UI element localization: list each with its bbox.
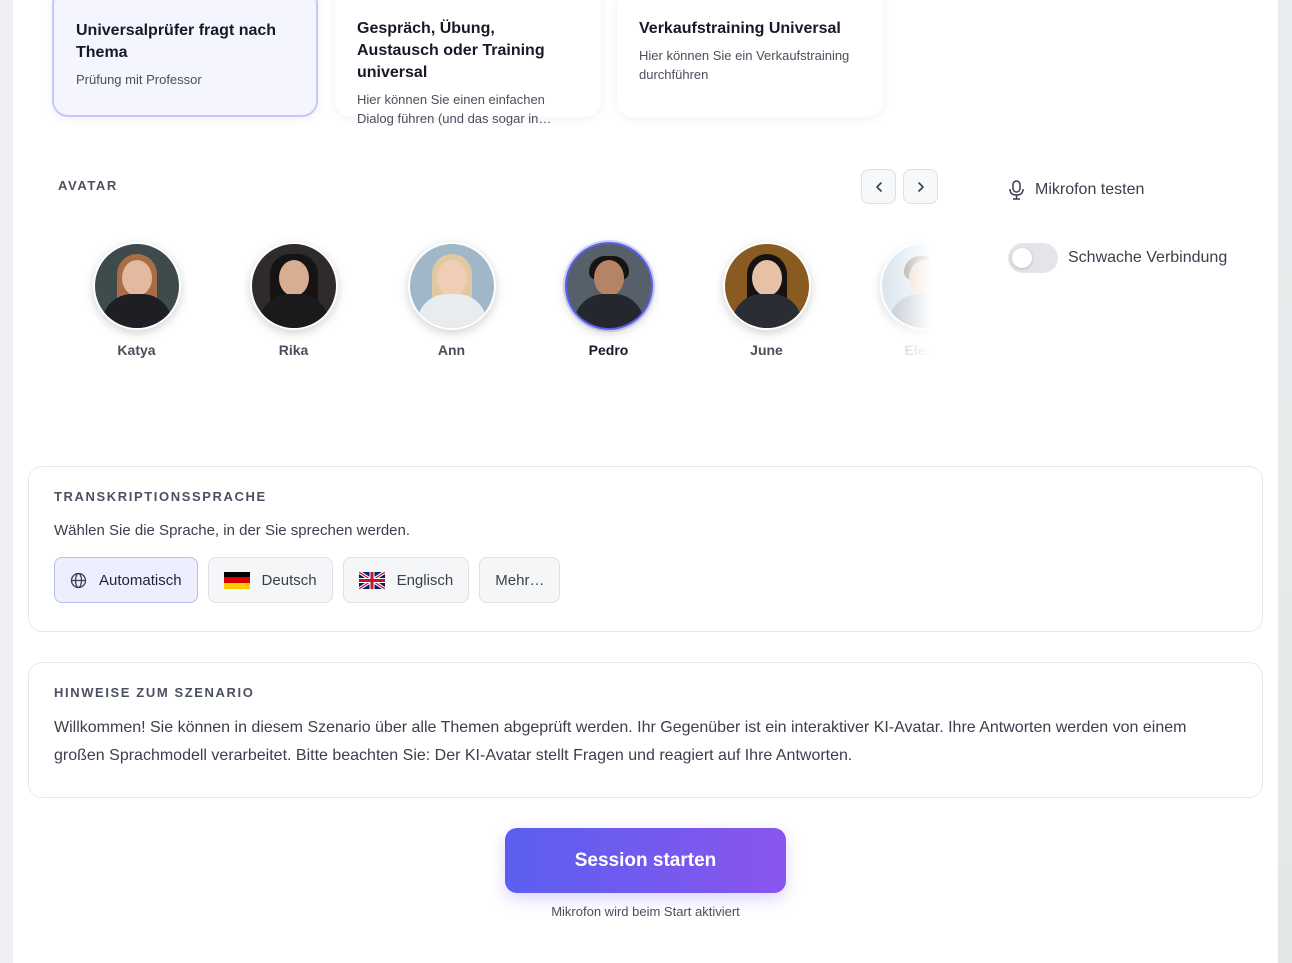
scenario-description: Prüfung mit Professor bbox=[76, 72, 202, 87]
avatar-name: June bbox=[750, 342, 783, 358]
chevron-left-icon bbox=[875, 181, 882, 192]
avatar-name: Eleno bbox=[904, 342, 938, 358]
avatar-carousel: Katya Rika Ann Pedro June Elen bbox=[58, 232, 938, 372]
avatar-rika[interactable]: Rika bbox=[215, 232, 372, 372]
scenario-title: Verkaufstraining Universal bbox=[639, 20, 841, 37]
globe-icon bbox=[70, 572, 87, 588]
scenario-hints-panel: HINWEISE ZUM SZENARIO Willkommen! Sie kö… bbox=[28, 662, 1263, 798]
avatar-image bbox=[722, 242, 811, 330]
avatar-pedro[interactable]: Pedro bbox=[530, 232, 687, 372]
avatar-name: Katya bbox=[117, 342, 156, 358]
avatar-image bbox=[407, 242, 496, 330]
avatar-section-label: AVATAR bbox=[58, 178, 118, 193]
scenario-card-gespraech[interactable]: Gespräch, Übung, Austausch oder Training… bbox=[335, 0, 601, 126]
scenario-hints-text: Willkommen! Sie können in diesem Szenari… bbox=[54, 719, 1187, 764]
weak-connection-label: Schwache Verbindung bbox=[1068, 249, 1228, 266]
start-session-note: Mikrofon wird beim Start aktiviert bbox=[551, 904, 740, 919]
avatar-june[interactable]: June bbox=[688, 232, 845, 372]
scenario-title: Gespräch, Übung, Austausch oder Training… bbox=[357, 20, 545, 81]
language-option-label: Mehr… bbox=[495, 571, 545, 589]
scenario-description: Hier können Sie einen einfachen Dialog f… bbox=[357, 92, 552, 126]
german-flag-icon bbox=[223, 571, 250, 589]
scenario-title: Universalprüfer fragt nach Thema bbox=[76, 22, 277, 61]
mic-test-button[interactable]: Mikrofon testen bbox=[1008, 180, 1144, 200]
mic-test-label: Mikrofon testen bbox=[1035, 181, 1145, 198]
avatar-name: Pedro bbox=[588, 342, 629, 358]
avatar-name: Rika bbox=[278, 342, 309, 358]
language-option-label: Deutsch bbox=[261, 571, 317, 589]
avatar-next-button[interactable] bbox=[903, 169, 938, 204]
language-option-label: Automatisch bbox=[99, 571, 182, 589]
scenario-description: Hier können Sie ein Verkaufstraining dur… bbox=[639, 48, 850, 82]
scenario-card-universalpruefer[interactable]: Universalprüfer fragt nach Thema Prüfung… bbox=[52, 0, 318, 117]
avatar-ann[interactable]: Ann bbox=[373, 232, 530, 372]
microphone-icon bbox=[1009, 180, 1024, 200]
avatar-image bbox=[564, 242, 653, 330]
language-option-german[interactable]: Deutsch bbox=[207, 557, 333, 603]
language-option-more[interactable]: Mehr… bbox=[479, 557, 561, 603]
start-session-button[interactable]: Session starten bbox=[505, 828, 786, 893]
language-option-label: Englisch bbox=[396, 571, 454, 589]
scenario-card-verkaufstraining[interactable]: Verkaufstraining Universal Hier können S… bbox=[617, 0, 883, 117]
avatar-image bbox=[92, 242, 181, 330]
avatar-name: Ann bbox=[437, 342, 466, 358]
weak-connection-setting: Schwache Verbindung bbox=[1008, 243, 1227, 273]
avatar-image bbox=[879, 242, 938, 330]
transcription-panel: TRANSKRIPTIONSSPRACHE Wählen Sie die Spr… bbox=[28, 466, 1263, 632]
language-option-automatic[interactable]: Automatisch bbox=[54, 557, 198, 603]
avatar-image bbox=[249, 242, 338, 330]
avatar-prev-button[interactable] bbox=[861, 169, 896, 204]
scenario-hints-title: HINWEISE ZUM SZENARIO bbox=[54, 685, 255, 700]
avatar-eleno[interactable]: Eleno bbox=[845, 232, 938, 372]
uk-flag-icon bbox=[358, 571, 385, 589]
chevron-right-icon bbox=[917, 181, 924, 192]
transcription-title: TRANSKRIPTIONSSPRACHE bbox=[54, 489, 267, 504]
transcription-description: Wählen Sie die Sprache, in der Sie sprec… bbox=[54, 522, 411, 539]
language-options: Automatisch Deutsch Englisch Mehr… bbox=[54, 557, 1237, 603]
language-option-english[interactable]: Englisch bbox=[342, 557, 470, 603]
avatar-katya[interactable]: Katya bbox=[58, 232, 215, 372]
weak-connection-toggle[interactable] bbox=[1008, 243, 1058, 273]
page-gutter bbox=[1278, 0, 1292, 963]
